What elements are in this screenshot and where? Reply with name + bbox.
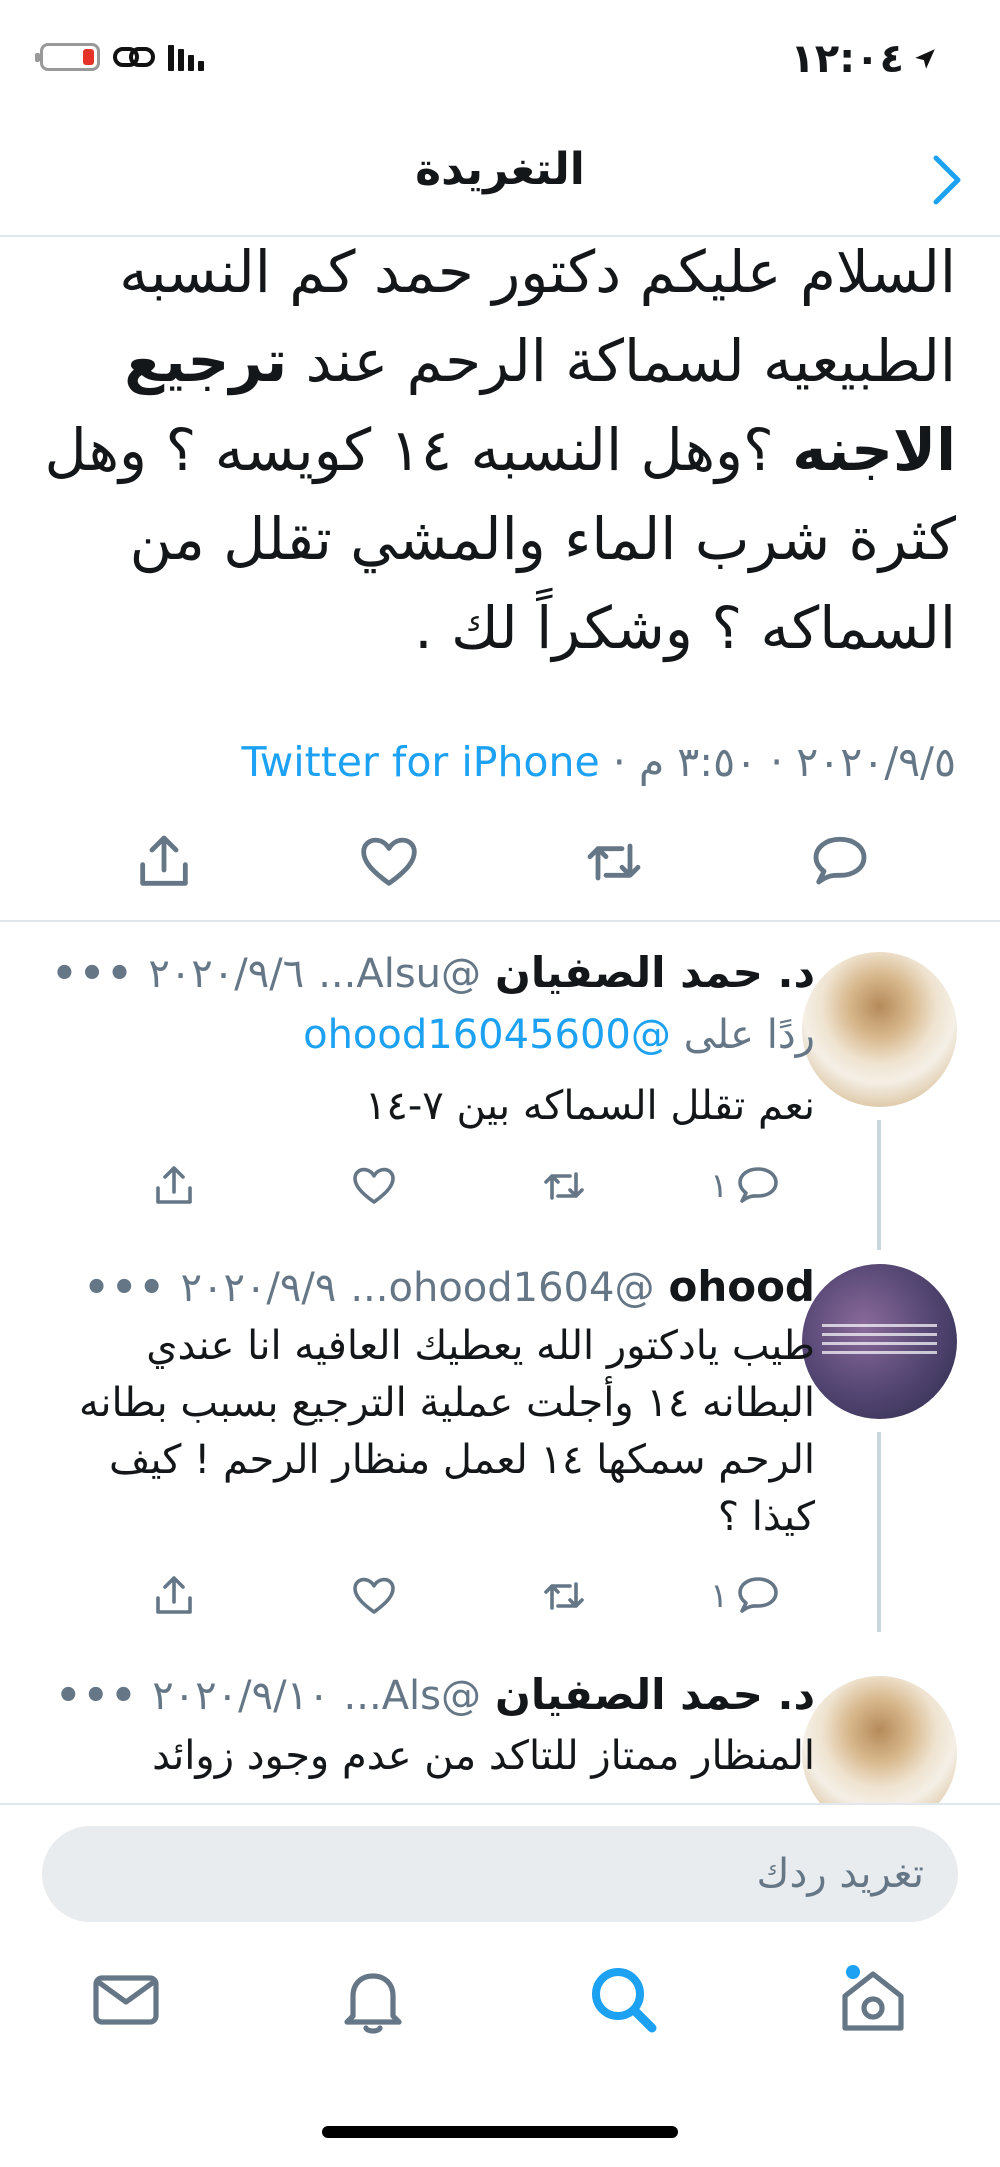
avatar-caption-decoration bbox=[822, 1324, 937, 1354]
reply-bubble-icon bbox=[738, 1167, 779, 1203]
status-bar: ١٢:٠٤ bbox=[0, 0, 1000, 110]
author-handle: @Als... bbox=[343, 1673, 482, 1719]
retweet-button[interactable] bbox=[540, 1158, 588, 1214]
reply-header: د. حمد الصفيان @Alsu... ٢٠٢٠/٩/٦ ••• bbox=[52, 948, 815, 997]
reply-button[interactable]: ١ bbox=[710, 1158, 782, 1214]
reply-count: ١ bbox=[710, 1166, 729, 1206]
share-icon[interactable] bbox=[132, 830, 196, 894]
author-name[interactable]: ohood bbox=[668, 1262, 815, 1311]
tweet-source-link[interactable]: Twitter for iPhone bbox=[241, 738, 599, 786]
reply-bubble-icon bbox=[738, 1577, 779, 1613]
thread-line bbox=[877, 1432, 881, 1632]
reply-text: المنظار ممتاز للتاكد من عدم وجود زوائد bbox=[152, 1733, 815, 1779]
link-icon bbox=[113, 47, 155, 67]
share-button[interactable] bbox=[150, 1158, 198, 1214]
avatar[interactable] bbox=[802, 1264, 957, 1419]
like-button[interactable] bbox=[350, 1158, 398, 1214]
nav-header: التغريدة bbox=[0, 110, 1000, 237]
retweet-button[interactable] bbox=[540, 1568, 588, 1624]
status-time-text: ١٢:٠٤ bbox=[790, 36, 904, 82]
status-time: ١٢:٠٤ bbox=[790, 36, 938, 82]
author-handle: @Alsu... bbox=[318, 951, 482, 997]
author-name[interactable]: د. حمد الصفيان bbox=[495, 948, 815, 997]
reply-header: د. حمد الصفيان @Als... ٢٠٢٠/٩/١٠ ••• bbox=[55, 1670, 815, 1719]
home-indicator bbox=[322, 2126, 678, 2138]
reply-date: ٢٠٢٠/٩/٦ bbox=[148, 951, 305, 997]
home-icon[interactable] bbox=[833, 1960, 913, 2040]
author-handle: @ohood1604... bbox=[350, 1265, 655, 1311]
tweet-meta: ٢٠٢٠/٩/٥ · ٣:٥٠ م · Twitter for iPhone bbox=[241, 738, 956, 786]
author-name[interactable]: د. حمد الصفيان bbox=[495, 1670, 815, 1719]
share-icon bbox=[156, 1166, 192, 1204]
more-options-button[interactable]: ••• bbox=[84, 1265, 167, 1311]
retweet-icon[interactable] bbox=[582, 830, 646, 894]
reply-input[interactable] bbox=[42, 1826, 958, 1922]
avatar[interactable] bbox=[802, 952, 957, 1107]
replying-to-handle[interactable]: @ohood16045600 bbox=[303, 1012, 671, 1058]
share-icon bbox=[156, 1576, 192, 1614]
like-button[interactable] bbox=[350, 1568, 398, 1624]
tweet-timestamp: ٢٠٢٠/٩/٥ · ٣:٥٠ م · bbox=[599, 738, 956, 786]
reply-date: ٢٠٢٠/٩/٩ bbox=[180, 1265, 337, 1311]
messages-mail-icon[interactable] bbox=[86, 1960, 166, 2040]
location-arrow-icon bbox=[915, 49, 935, 69]
reply-text: طيب يادكتور الله يعطيك العافيه انا عندي … bbox=[78, 1323, 815, 1540]
like-heart-icon bbox=[353, 1577, 395, 1614]
back-chevron-icon[interactable] bbox=[926, 150, 970, 210]
page-title: التغريدة bbox=[415, 144, 585, 195]
notifications-bell-icon[interactable] bbox=[333, 1960, 413, 2040]
signal-bars-icon bbox=[168, 43, 204, 71]
tweet-text-bold: الاجنه bbox=[792, 416, 956, 484]
retweet-icon bbox=[544, 1582, 584, 1610]
replying-to-label: ردًا على bbox=[670, 1012, 815, 1058]
status-indicators bbox=[35, 42, 204, 72]
tweet-actions bbox=[0, 830, 1000, 920]
tweet-text-bold: ترجيع bbox=[124, 327, 288, 395]
reply-bubble-icon[interactable] bbox=[808, 830, 872, 894]
retweet-icon bbox=[544, 1172, 584, 1200]
reply-header: ohood @ohood1604... ٢٠٢٠/٩/٩ ••• bbox=[84, 1262, 815, 1311]
reply-actions: ١ bbox=[150, 1568, 790, 1628]
more-options-button[interactable]: ••• bbox=[52, 951, 135, 997]
reply-count: ١ bbox=[710, 1576, 729, 1616]
reply-date: ٢٠٢٠/٩/١٠ bbox=[152, 1673, 330, 1719]
like-heart-icon[interactable] bbox=[357, 830, 421, 894]
thread-line bbox=[877, 1120, 881, 1250]
battery-icon bbox=[35, 43, 100, 71]
more-options-button[interactable]: ••• bbox=[55, 1673, 138, 1719]
replying-to: ردًا على @ohood16045600 bbox=[303, 1012, 815, 1058]
tab-bar bbox=[0, 1960, 1000, 2060]
divider bbox=[0, 920, 1000, 922]
share-button[interactable] bbox=[150, 1568, 198, 1624]
main-tweet-text: السلام عليكم دكتور حمد كم النسبه الطبيعي… bbox=[36, 228, 956, 673]
reply-text: نعم تقلل السماكه بين ٧-١٤ bbox=[364, 1083, 815, 1129]
reply-button[interactable]: ١ bbox=[710, 1568, 782, 1624]
reply-actions: ١ bbox=[150, 1158, 790, 1218]
reply-composer[interactable] bbox=[42, 1826, 958, 1922]
like-heart-icon bbox=[353, 1167, 395, 1204]
search-icon[interactable] bbox=[584, 1960, 664, 2040]
